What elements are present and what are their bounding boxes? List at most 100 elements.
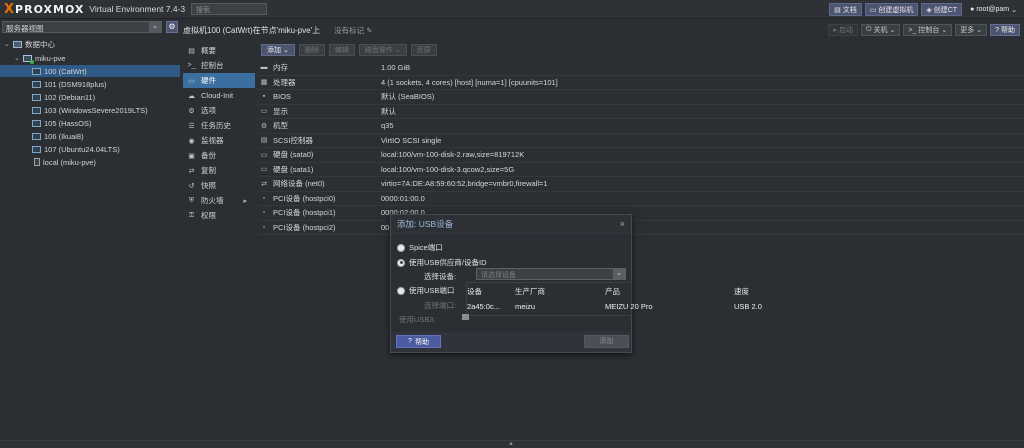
gear-icon[interactable]: ⚙ (166, 21, 178, 33)
gear-icon: ⚙ (188, 107, 195, 115)
subnav-replication[interactable]: ⇄ 复制 (183, 163, 255, 178)
hardware-row-sata1[interactable]: ▭ 硬盘 (sata1) local:100/vm-100-disk-3.qcow2… (257, 163, 1024, 177)
dropdown-row[interactable]: 2a45:0c... meizu MEIZU 20 Pro USB 2.0 (467, 302, 774, 311)
subnav-backup[interactable]: ▣ 备份 (183, 148, 255, 163)
hardware-key: 机型 (273, 121, 288, 131)
start-button[interactable]: ▸ 启动 (828, 24, 858, 36)
tree-vm-103[interactable]: 103 (WindowsSevere2019LTS) (32, 104, 148, 116)
subnav-task-history[interactable]: ☰ 任务历史 (183, 118, 255, 133)
hardware-row-hostpci2[interactable]: ▫ PCI设备 (hostpci2) 00 (257, 221, 1024, 235)
tree-vm-100[interactable]: 100 (CatWrt) (0, 65, 180, 77)
subnav-label: 快照 (201, 181, 216, 190)
play-icon: ▸ (833, 27, 837, 34)
chevron-down-icon: ⌄ (283, 47, 289, 54)
dialog-help-button[interactable]: ? 帮助 (396, 335, 441, 348)
device-select[interactable]: 请选择设备 ⌄ (476, 268, 626, 280)
hardware-key: 硬盘 (sata1) (273, 164, 314, 174)
subnav-options[interactable]: ⚙ 选项 (183, 103, 255, 118)
search-input[interactable]: 搜索 (191, 3, 268, 15)
radio-circle (397, 243, 405, 252)
desktop-icon: ▭ (260, 108, 268, 116)
subnav-cloud-init[interactable]: ☁ Cloud-Init (183, 88, 255, 103)
add-button[interactable]: 添加 ⌄ (261, 44, 295, 56)
user-menu[interactable]: ● root@pam ⌄ (965, 3, 1022, 16)
hardware-row-memory[interactable]: ▬ 内存 1.00 GiB (257, 61, 1024, 76)
vm-label: 106 (Ikuai8) (44, 131, 84, 141)
vm-icon (32, 119, 41, 127)
tree-datacenter[interactable]: ⌄ 数据中心 (4, 38, 55, 50)
usb3-checkbox[interactable] (462, 314, 469, 320)
more-button[interactable]: 更多 ⌄ (955, 24, 988, 36)
subnav-console[interactable]: >_ 控制台 (183, 58, 255, 73)
vm-icon (32, 67, 41, 75)
tree-storage-local[interactable]: local (miku-pve) (34, 156, 96, 168)
vm-label: 107 (Ubuntu24.04LTS) (44, 144, 120, 154)
dialog-title: 添加: USB设备 (397, 218, 454, 229)
hardware-row-scsi[interactable]: ▤ SCSI控制器 VirtIO SCSI single (257, 134, 1024, 148)
subnav-summary[interactable]: ▤ 概要 (183, 43, 255, 58)
dialog-add-button[interactable]: 添加 (584, 335, 629, 348)
view-label: 服务器视图 (6, 24, 44, 33)
tree-vm-105[interactable]: 105 (HassOS) (32, 117, 92, 129)
hardware-value: 0000:01:00.0 (381, 193, 425, 203)
hardware-row-net0[interactable]: ⇄ 网络设备 (net0) virtio=7A:DE:A8:59:60:52,bri… (257, 177, 1024, 192)
col-device: 设备 (467, 287, 482, 296)
hardware-row-machine[interactable]: ⚙ 机型 q35 (257, 119, 1024, 134)
log-panel-handle[interactable]: ▲ (0, 440, 1024, 448)
hardware-row-sata0[interactable]: ▭ 硬盘 (sata0) local:100/vm-100-disk-2.raw,s… (257, 148, 1024, 163)
shutdown-button[interactable]: ⏻ 关机 ⌄ (860, 24, 901, 36)
subnav-permissions[interactable]: ⚿ 权限 (183, 208, 255, 223)
help-button[interactable]: ? 帮助 (990, 24, 1020, 36)
hardware-row-hostpci0[interactable]: ▫ PCI设备 (hostpci0) 0000:01:00.0 (257, 192, 1024, 206)
create-ct-button[interactable]: ◈ 创建CT (921, 3, 963, 16)
question-icon: ? (408, 338, 412, 345)
subnav-hardware[interactable]: ▭ 硬件 (183, 73, 255, 88)
radio-spice[interactable]: Spice端口 (397, 242, 443, 253)
choose-device-label: 选择设备: (424, 272, 457, 281)
view-selector[interactable]: 服务器视图 ⌄ (2, 21, 162, 33)
docs-label: 文档 (842, 6, 857, 14)
revert-button[interactable]: 还原 (410, 44, 437, 56)
tree-vm-107[interactable]: 107 (Ubuntu24.04LTS) (32, 143, 120, 155)
tree-vm-101[interactable]: 101 (DSM918plus) (32, 78, 107, 90)
hardware-value: 默认 (SeaBIOS) (381, 92, 435, 102)
tree-vm-102[interactable]: 102 (Debian11) (32, 91, 95, 103)
subnav-snapshot[interactable]: ↺ 快照 (183, 178, 255, 193)
console-button[interactable]: >_ 控制台 ⌄ (903, 24, 953, 36)
chevron-down-icon: ⌄ (149, 22, 161, 32)
vm-label: 101 (DSM918plus) (44, 79, 107, 89)
terminal-icon: >_ (908, 26, 917, 34)
tags-edit[interactable]: 没有标记 ✎ (334, 25, 372, 36)
tree-node[interactable]: ⌄ miku-pve (14, 52, 65, 64)
vm-header: 虚拟机100 (CatWrt)在节点'miku-pve'上 没有标记 ✎ ▸ 启动… (183, 21, 1024, 40)
user-label: root@pam (976, 6, 1010, 13)
col-product: 产品 (605, 287, 620, 296)
hardware-row-bios[interactable]: ▪ BIOS 默认 (SeaBIOS) (257, 90, 1024, 105)
chevron-right-icon: ▸ (243, 197, 247, 205)
radio-vendor-device[interactable]: 使用USB供应商/设备ID (397, 257, 487, 268)
hardware-row-display[interactable]: ▭ 显示 默认 (257, 105, 1024, 119)
create-vm-button[interactable]: ▭ 创建虚拟机 (864, 3, 919, 16)
hardware-row-cpu[interactable]: ▦ 处理器 4 (1 sockets, 4 cores) [host] [numa=… (257, 76, 1024, 90)
database-icon: ▤ (260, 137, 268, 145)
edit-button[interactable]: 编辑 (328, 44, 355, 56)
vm-icon (32, 106, 41, 114)
terminal-icon: >_ (187, 62, 196, 69)
history-icon: ↺ (188, 182, 195, 190)
radio-usb-port[interactable]: 使用USB端口 (397, 285, 454, 296)
unlock-icon: ⚿ (188, 211, 195, 219)
docs-button[interactable]: ▤ 文档 (829, 3, 862, 16)
subnav-firewall[interactable]: ⛨ 防火墙 ▸ (183, 193, 255, 208)
eye-icon: ◉ (188, 137, 195, 145)
tree-vm-106[interactable]: 106 (Ikuai8) (32, 130, 84, 142)
disk-action-button[interactable]: 磁盘操作 ⌄ (358, 44, 407, 56)
device-placeholder: 请选择设备 (481, 272, 516, 279)
close-icon[interactable]: × (620, 219, 625, 229)
hdd-icon: ▭ (260, 166, 268, 174)
chevron-down-icon: ⌄ (889, 27, 896, 34)
subnav-monitor[interactable]: ◉ 监视器 (183, 133, 255, 148)
exchange-icon: ⇄ (261, 180, 267, 188)
node-label: miku-pve (35, 53, 66, 63)
hardware-row-hostpci1[interactable]: ▫ PCI设备 (hostpci1) 0000:02:00.0 (257, 206, 1024, 221)
remove-button[interactable]: 删除 (298, 44, 325, 56)
